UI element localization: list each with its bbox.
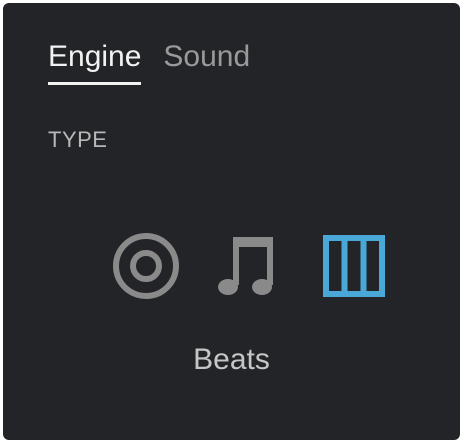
music-note-icon: [218, 237, 273, 295]
selected-type-label: Beats: [193, 343, 270, 376]
engine-panel: Engine Sound TYPE Beats: [3, 3, 460, 440]
disc-icon: [113, 233, 179, 299]
tab-engine[interactable]: Engine: [48, 37, 142, 85]
type-option-disc[interactable]: [111, 233, 181, 299]
type-section-label: TYPE: [48, 127, 108, 152]
type-option-music[interactable]: [215, 233, 285, 299]
beats-grid-icon: [323, 235, 385, 297]
tab-sound[interactable]: Sound: [163, 37, 250, 85]
tab-bar: Engine Sound: [48, 37, 250, 85]
type-selector: [111, 233, 389, 299]
type-option-beats[interactable]: [319, 233, 389, 299]
